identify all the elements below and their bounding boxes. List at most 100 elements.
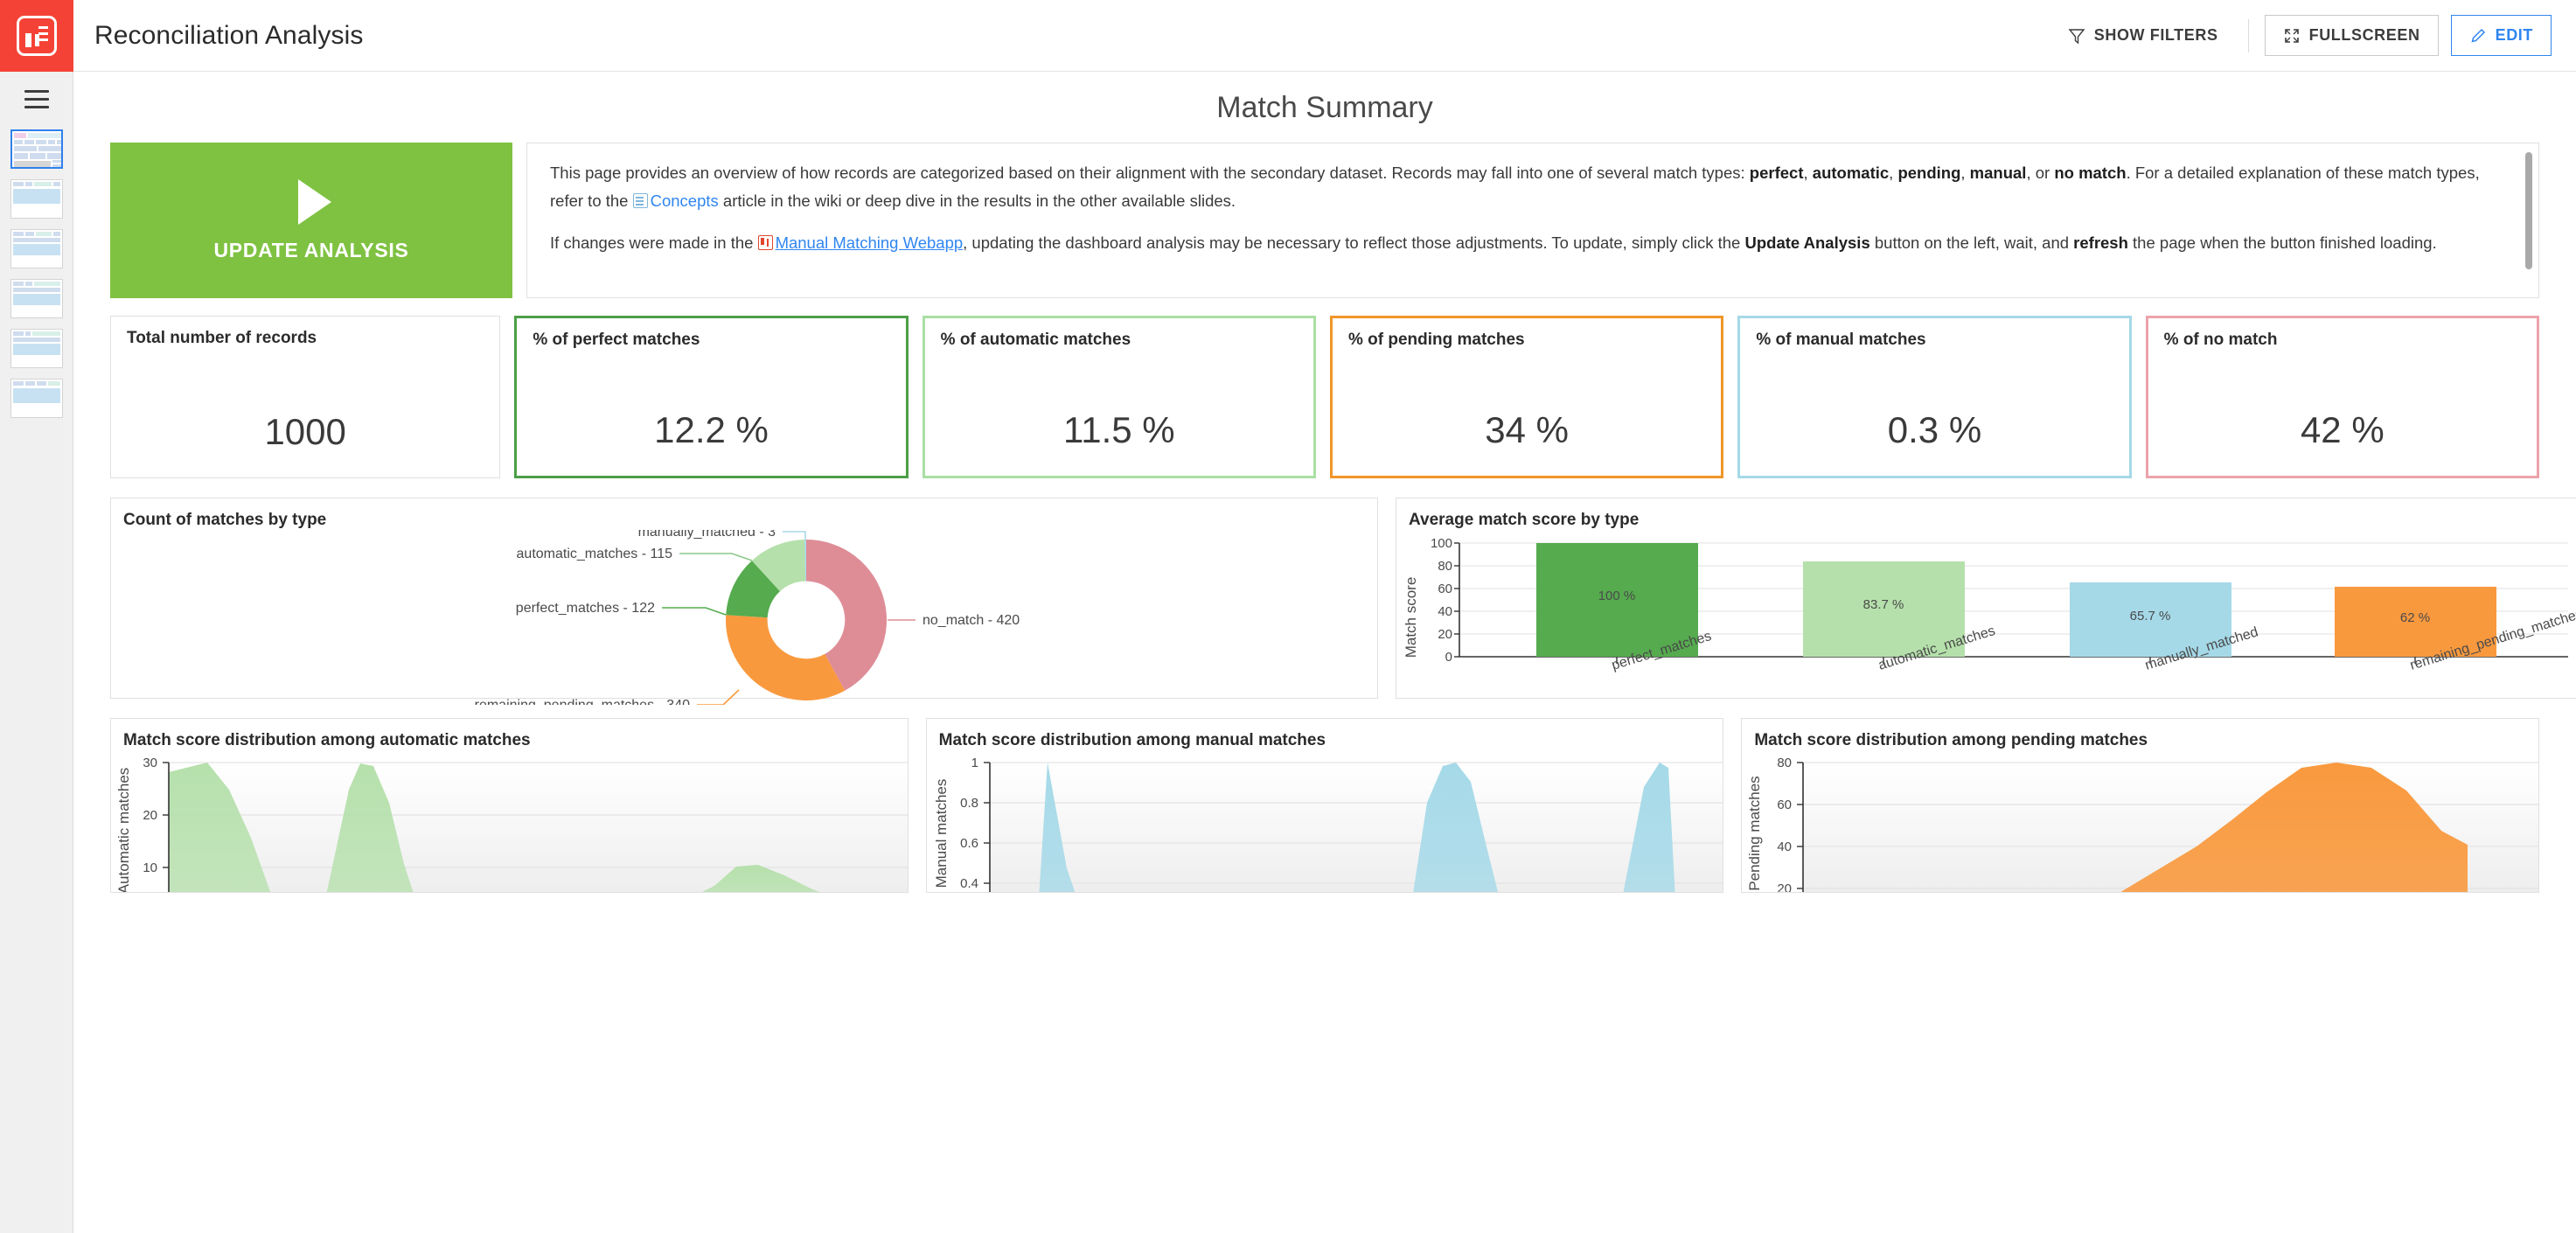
desc-b6: Update Analysis xyxy=(1744,233,1870,252)
description-scrollbar[interactable] xyxy=(2525,152,2532,269)
main-area: Reconciliation Analysis SHOW FILTERS FUL… xyxy=(73,0,2576,1233)
automatic-distribution-chart[interactable]: 30 20 10 Automatic matches xyxy=(111,750,909,893)
svg-text:100: 100 xyxy=(1431,536,1452,551)
desc-p2c: button on the left, wait, and xyxy=(1869,233,2074,252)
automatic-plot-bg xyxy=(169,763,908,892)
fullscreen-button[interactable]: FULLSCREEN xyxy=(2264,15,2439,56)
svg-text:0: 0 xyxy=(1445,650,1452,665)
svg-text:10: 10 xyxy=(143,860,157,875)
description-panel: This page provides an overview of how re… xyxy=(526,143,2539,298)
svg-text:20: 20 xyxy=(1778,881,1793,893)
desc-p2a: If changes were made in the xyxy=(550,233,758,252)
donut-label-automatic: automatic_matches - 115 xyxy=(517,547,673,561)
desc-p1a: This page provides an overview of how re… xyxy=(550,164,1750,182)
hamburger-menu-icon[interactable] xyxy=(0,72,73,126)
desc-p2d: the page when the button finished loadin… xyxy=(2127,233,2437,252)
automatic-y-ticks: 30 20 10 xyxy=(143,756,157,875)
svg-text:60: 60 xyxy=(1778,798,1793,812)
kpi-value: 34 % xyxy=(1485,409,1570,450)
bar-label-3: 62 % xyxy=(2400,610,2430,625)
svg-text:20: 20 xyxy=(1438,627,1452,642)
bar-label-2: 65.7 % xyxy=(2130,609,2171,623)
kpi-label: Total number of records xyxy=(127,329,317,347)
manual-y-tick-marks xyxy=(983,762,990,884)
svg-text:60: 60 xyxy=(1438,582,1452,596)
manual-distribution-chart[interactable]: 1 0.8 0.6 0.4 Manual matches xyxy=(927,750,1724,893)
manual-distribution-title: Match score distribution among manual ma… xyxy=(938,731,1326,749)
kpi-label: % of manual matches xyxy=(1756,331,1926,349)
bar-x-tick-marks xyxy=(1616,657,2416,664)
filter-icon xyxy=(2068,27,2085,45)
page-content: Match Summary UPDATE ANALYSIS This page … xyxy=(73,72,2576,1233)
kpi-card-pending-matches: % of pending matches 34 % xyxy=(1329,316,1724,478)
desc-b2: automatic xyxy=(1812,164,1890,182)
donut-label-remaining-pending: remaining_pending_matches - 340 xyxy=(475,698,690,705)
play-icon xyxy=(298,178,331,225)
desc-b3: pending xyxy=(1897,164,1961,182)
bar-y-ticks: 100 80 60 40 20 0 xyxy=(1431,536,1452,665)
donut-leader-automatic xyxy=(679,553,753,561)
manual-distribution-card: Match score distribution among manual ma… xyxy=(925,718,1724,893)
donut-chart-title: Count of matches by type xyxy=(123,511,327,529)
pending-distribution-chart[interactable]: 80 60 40 20 Pending matches xyxy=(1742,750,2539,893)
kpi-card-perfect-matches: % of perfect matches 12.2 % xyxy=(514,316,909,478)
distribution-charts-row: Match score distribution among automatic… xyxy=(91,699,2559,893)
slide-thumbnail-list xyxy=(0,126,73,418)
kpi-row: Total number of records 1000 % of perfec… xyxy=(91,298,2559,478)
description-paragraph-2: If changes were made in the Manual Match… xyxy=(550,229,2509,257)
donut-label-perfect: perfect_matches - 122 xyxy=(516,601,655,616)
slide-thumbnail-1[interactable] xyxy=(10,129,63,169)
desc-p1d: , xyxy=(1960,164,1970,182)
desc-p1b: , xyxy=(1803,164,1813,182)
desc-b4: manual xyxy=(1969,164,2027,182)
kpi-value: 42 % xyxy=(2300,409,2385,450)
update-analysis-button[interactable]: UPDATE ANALYSIS xyxy=(110,143,512,298)
slide-thumbnail-6[interactable] xyxy=(10,379,63,418)
pending-y-axis-label: Pending matches xyxy=(1746,776,1763,890)
svg-text:80: 80 xyxy=(1438,559,1452,574)
svg-text:1: 1 xyxy=(971,756,978,770)
expand-icon xyxy=(2283,27,2301,45)
svg-text:30: 30 xyxy=(143,756,157,770)
dashboard-app: Reconciliation Analysis SHOW FILTERS FUL… xyxy=(0,0,2576,1233)
automatic-y-tick-marks xyxy=(163,762,169,868)
intro-row: UPDATE ANALYSIS This page provides an ov… xyxy=(91,143,2559,298)
show-filters-button[interactable]: SHOW FILTERS xyxy=(2054,16,2232,55)
desc-b1: perfect xyxy=(1749,164,1804,182)
pending-distribution-card: Match score distribution among pending m… xyxy=(1741,718,2540,893)
slide-thumbnail-2[interactable] xyxy=(10,179,63,219)
svg-text:80: 80 xyxy=(1778,756,1793,770)
edit-label: EDIT xyxy=(2495,26,2533,44)
bar-y-axis-label: Match score xyxy=(1403,577,1419,658)
manual-y-axis-label: Manual matches xyxy=(933,779,950,888)
bar-chart-title: Average match score by type xyxy=(1409,511,1640,529)
kpi-value: 11.5 % xyxy=(1063,409,1175,450)
report-app-icon xyxy=(17,16,57,56)
webapp-icon xyxy=(757,235,773,250)
bar-chart[interactable]: Match score 100 80 60 40200 100 % 83.7 % 6… xyxy=(1396,530,2576,705)
update-analysis-label: UPDATE ANALYSIS xyxy=(213,238,409,261)
donut-label-manually: manually_matched - 3 xyxy=(638,530,776,540)
concepts-link[interactable]: Concepts xyxy=(651,192,719,210)
svg-text:0.6: 0.6 xyxy=(960,836,978,851)
kpi-value: 12.2 % xyxy=(654,409,769,450)
desc-b5: no match xyxy=(2054,164,2127,182)
pending-y-ticks: 80 60 40 20 xyxy=(1778,756,1793,893)
bar-y-tick-marks xyxy=(1454,542,1459,658)
bar-label-1: 83.7 % xyxy=(1863,597,1904,612)
donut-leader-remaining-pending xyxy=(697,689,740,705)
donut-chart[interactable]: no_match - 420 remaining_pending_matches… xyxy=(111,530,1377,705)
edit-button[interactable]: EDIT xyxy=(2450,15,2552,56)
description-paragraph-1: This page provides an overview of how re… xyxy=(550,159,2509,215)
manual-plot-bg xyxy=(989,763,1723,892)
kpi-card-no-match: % of no match 42 % xyxy=(2145,316,2539,478)
manual-matching-webapp-link[interactable]: Manual Matching Webapp xyxy=(776,233,964,252)
slide-thumbnail-3[interactable] xyxy=(10,229,63,268)
kpi-label: % of automatic matches xyxy=(940,331,1131,349)
automatic-y-axis-label: Automatic matches xyxy=(115,768,132,893)
slide-thumbnail-4[interactable] xyxy=(10,279,63,318)
page-title: Match Summary xyxy=(1216,91,1433,124)
slide-thumbnail-5[interactable] xyxy=(10,329,63,368)
app-logo[interactable] xyxy=(0,0,73,72)
desc-p2b: , updating the dashboard analysis may be… xyxy=(963,233,1745,252)
